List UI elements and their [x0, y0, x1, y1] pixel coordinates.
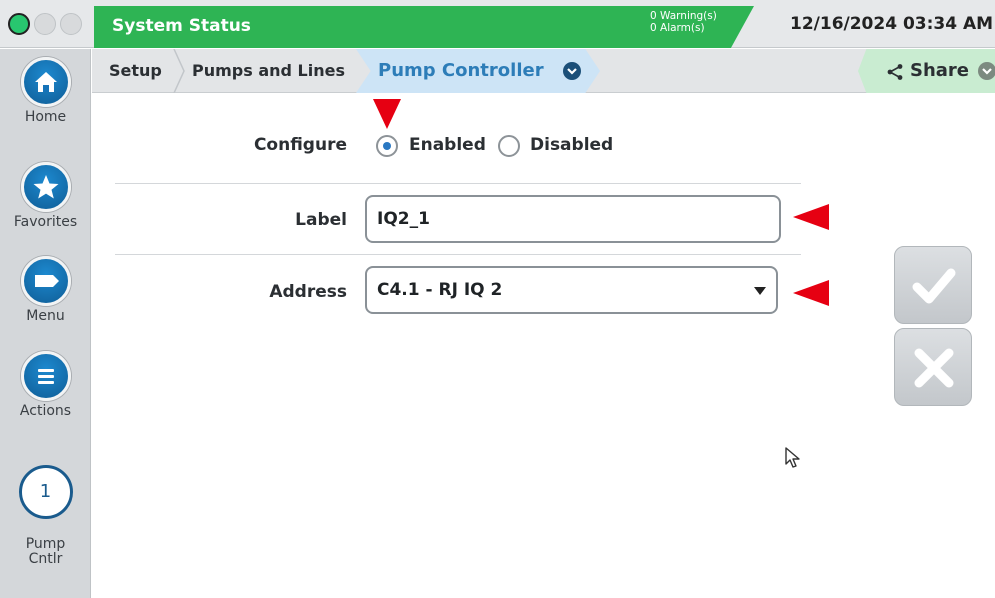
- configure-enabled-radio[interactable]: [376, 135, 398, 157]
- sidebar-item-actions[interactable]: Actions: [0, 351, 91, 419]
- sidebar-item-menu[interactable]: Menu: [0, 256, 91, 324]
- sidebar-item-label: Favorites: [13, 214, 78, 230]
- sidebar-item-home[interactable]: Home: [0, 57, 91, 125]
- chevron-down-icon[interactable]: [978, 62, 995, 80]
- configure-disabled-label[interactable]: Disabled: [530, 135, 613, 155]
- share-label: Share: [910, 60, 970, 81]
- sidebar-item-label: Home: [24, 109, 67, 125]
- breadcrumb-separator-icon: [173, 49, 185, 93]
- cancel-button[interactable]: [894, 328, 972, 406]
- breadcrumb-pump-controller[interactable]: Pump Controller: [378, 49, 544, 93]
- warning-alarm-counts: 0 Warning(s) 0 Alarm(s): [650, 10, 717, 34]
- annotation-arrow-left-icon: [793, 204, 829, 230]
- checkmark-icon: [912, 268, 956, 304]
- pump-label-line1: Pump: [25, 536, 66, 552]
- pump-label-line2: Cntlr: [28, 551, 63, 567]
- pump-number-badge: 1: [18, 465, 73, 519]
- sidebar-item-label: Actions: [19, 403, 72, 419]
- divider: [115, 183, 801, 184]
- address-field-label: Address: [269, 282, 347, 302]
- address-select[interactable]: C4.1 - RJ IQ 2: [365, 266, 778, 314]
- system-status-title: System Status: [112, 16, 251, 36]
- status-light-off: [60, 13, 82, 35]
- close-icon: [914, 348, 954, 388]
- sidebar: Home Favorites Menu Actions 1 Pump Cntlr: [0, 49, 91, 598]
- configure-label: Configure: [253, 135, 347, 155]
- sidebar-item-label: Menu: [26, 308, 65, 324]
- breadcrumb: Setup Pumps and Lines Pump Controller Sh…: [92, 49, 995, 93]
- top-status-bar: System Status 0 Warning(s) 0 Alarm(s) 12…: [0, 0, 995, 48]
- status-light-off: [34, 13, 56, 35]
- status-lights: [8, 13, 90, 37]
- address-select-value: C4.1 - RJ IQ 2: [377, 280, 503, 300]
- divider: [115, 254, 801, 255]
- breadcrumb-pumps-and-lines[interactable]: Pumps and Lines: [192, 49, 345, 93]
- configure-disabled-radio[interactable]: [498, 135, 520, 157]
- status-light-green: [8, 13, 30, 35]
- sidebar-item-pump-controller[interactable]: 1 Pump Cntlr: [0, 465, 91, 567]
- warning-count: 0 Warning(s): [650, 10, 717, 22]
- annotation-arrow-left-icon: [793, 280, 829, 306]
- label-field-label: Label: [295, 210, 347, 230]
- breadcrumb-setup[interactable]: Setup: [109, 49, 162, 93]
- dropdown-arrow-icon: [754, 287, 766, 295]
- save-button[interactable]: [894, 246, 972, 324]
- chevron-down-icon[interactable]: [563, 62, 581, 80]
- sidebar-item-favorites[interactable]: Favorites: [0, 162, 91, 230]
- label-input[interactable]: IQ2_1: [365, 195, 781, 243]
- annotation-arrow-down-icon: [373, 99, 401, 129]
- star-icon: [20, 162, 71, 212]
- mouse-cursor-icon: [785, 447, 800, 468]
- menu-icon: [20, 256, 71, 306]
- home-icon: [20, 57, 71, 107]
- system-status-button[interactable]: System Status 0 Warning(s) 0 Alarm(s): [94, 6, 754, 48]
- alarm-count: 0 Alarm(s): [650, 22, 705, 34]
- configure-enabled-label[interactable]: Enabled: [409, 135, 486, 155]
- datetime: 12/16/2024 03:34 AM: [790, 14, 994, 34]
- share-icon: [887, 64, 903, 80]
- list-icon: [20, 351, 71, 401]
